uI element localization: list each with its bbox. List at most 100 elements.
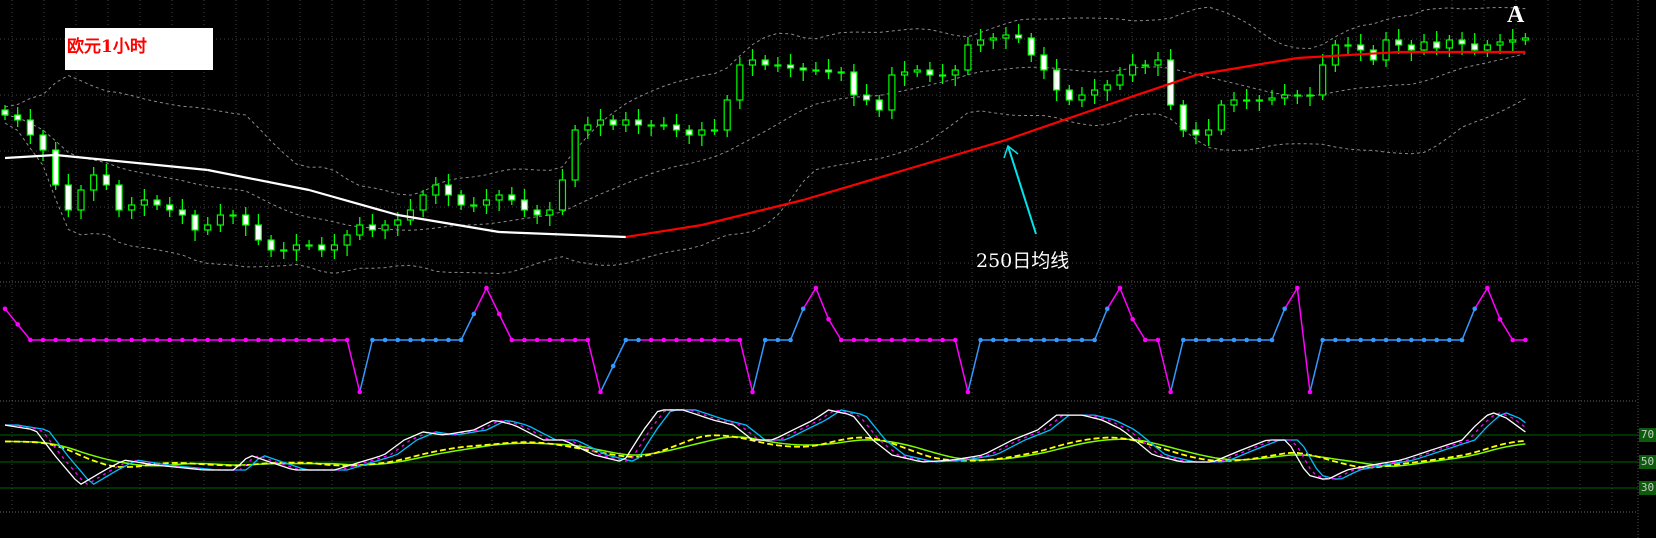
- oscillator-point: [1447, 337, 1452, 343]
- oscillator-point: [306, 337, 312, 343]
- ma250-segment: [207, 168, 310, 192]
- oscillator-point: [40, 337, 46, 343]
- oscillator-segment: [1296, 287, 1311, 393]
- candle-body: [1496, 41, 1504, 46]
- candle-body: [1205, 129, 1213, 136]
- oscillator-segment: [1461, 308, 1476, 341]
- chart-title: 欧元1小时: [67, 37, 147, 57]
- oscillator-point: [370, 337, 375, 343]
- candle-body: [1306, 94, 1314, 97]
- oscillator-point: [838, 337, 844, 343]
- oscillator-point: [1257, 337, 1262, 343]
- oscillator-point: [15, 322, 20, 327]
- candle-body: [812, 69, 820, 72]
- oscillator-point: [1358, 337, 1363, 343]
- oscillator-point: [1409, 337, 1414, 343]
- candle-body: [558, 179, 567, 211]
- oscillator-point: [712, 337, 717, 343]
- candle-body: [330, 244, 339, 251]
- oscillator-segment: [485, 287, 500, 315]
- candle-body: [178, 209, 186, 216]
- oscillator-point: [496, 311, 502, 317]
- candle-body: [1040, 54, 1048, 71]
- candle-body: [1103, 84, 1111, 91]
- oscillator-point: [509, 337, 515, 343]
- candle-body: [115, 184, 123, 211]
- oscillator-point: [978, 337, 983, 343]
- oscillator-point: [1041, 337, 1047, 343]
- oscillator-segment: [1284, 287, 1298, 310]
- candle-body: [1357, 44, 1365, 51]
- candle-body: [140, 199, 148, 206]
- oscillator-point: [1472, 306, 1478, 312]
- candle-body: [77, 189, 85, 211]
- candle-body: [1091, 89, 1099, 96]
- oscillator-segment: [346, 339, 361, 393]
- oscillator-point: [1295, 285, 1300, 291]
- oscillator-point: [1117, 285, 1123, 291]
- candle-body: [318, 244, 326, 251]
- candle-body: [761, 59, 769, 66]
- oscillator-point: [876, 337, 882, 343]
- oscillator-segment: [802, 287, 817, 310]
- oscillator-point: [1219, 337, 1224, 343]
- oscillator-point: [142, 337, 147, 343]
- candle-body: [1116, 74, 1124, 86]
- oscillator-point: [218, 337, 223, 343]
- oscillator-point: [952, 337, 958, 343]
- oscillator-point: [28, 337, 33, 343]
- oscillator-segment: [1271, 308, 1286, 341]
- oscillator-point: [1092, 337, 1097, 343]
- oscillator-segment: [498, 313, 513, 341]
- oscillator-point: [889, 337, 895, 343]
- oscillator-point: [104, 337, 109, 343]
- oscillator-point: [319, 337, 325, 343]
- oscillator-segment: [739, 339, 754, 393]
- candle-body: [457, 194, 465, 206]
- candle-body: [1344, 44, 1352, 47]
- oscillator-point: [1485, 285, 1490, 291]
- candle-body: [951, 69, 959, 76]
- candle-body: [1281, 94, 1289, 99]
- candle-body: [1002, 34, 1010, 39]
- oscillator-point: [91, 337, 96, 343]
- price-chart[interactable]: [0, 0, 1656, 538]
- level-70-label: 70: [1639, 428, 1656, 442]
- stoch-main-line: [4, 409, 1526, 485]
- oscillator-point: [851, 337, 857, 343]
- candle-body: [888, 74, 896, 111]
- candle-body: [710, 129, 719, 132]
- candle-body: [1521, 37, 1530, 41]
- candle-body: [216, 214, 224, 226]
- oscillator-segment: [1499, 318, 1514, 341]
- oscillator-point: [636, 337, 641, 343]
- oscillator-segment: [4, 308, 19, 325]
- oscillator-point: [53, 337, 58, 343]
- candle-body: [520, 199, 529, 211]
- oscillator-point: [294, 337, 299, 343]
- candle-body: [1420, 41, 1428, 51]
- stoch-signal-line: [5, 409, 1526, 485]
- oscillator-point: [1421, 337, 1427, 343]
- candle-body: [824, 69, 833, 73]
- oscillator-point: [1016, 337, 1021, 343]
- candle-body: [1014, 34, 1023, 39]
- candle-body: [292, 244, 301, 251]
- candle-body: [1230, 99, 1238, 106]
- oscillator-point: [1104, 306, 1110, 312]
- oscillator-segment: [612, 339, 627, 367]
- candle-body: [1192, 129, 1200, 136]
- ma250-segment: [1005, 103, 1108, 142]
- candle-body: [470, 204, 478, 207]
- oscillator-segment: [1169, 339, 1185, 393]
- candle-body: [1458, 39, 1466, 45]
- oscillator-point: [534, 337, 540, 343]
- candle-body: [1053, 69, 1061, 91]
- ma250-segment: [1195, 56, 1298, 77]
- ma250-annotation: 250日均线: [976, 250, 1070, 272]
- oscillator-point: [914, 337, 920, 343]
- candle-body: [1407, 44, 1415, 51]
- candle-body: [432, 184, 440, 196]
- oscillator-point: [1307, 389, 1313, 395]
- oscillator-point: [1155, 337, 1161, 343]
